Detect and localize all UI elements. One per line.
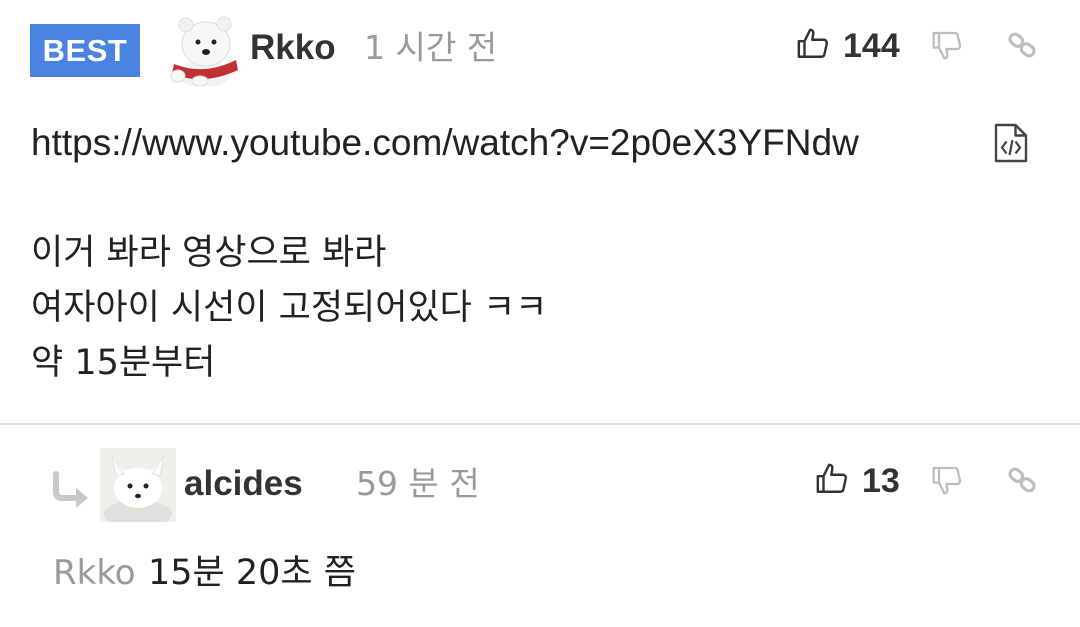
thumbs-down-icon [932,31,962,60]
avatar[interactable] [164,12,242,86]
polar-bear-avatar-icon [164,12,242,86]
arctic-fox-avatar-icon [100,448,176,522]
comment-divider [0,423,1080,425]
like-count: 13 [862,462,900,500]
dislike-button[interactable] [931,463,963,497]
avatar[interactable] [100,448,176,522]
video-link[interactable]: https://www.youtube.com/watch?v=2p0eX3YF… [31,118,859,168]
reply-mention[interactable]: Rkko [53,548,136,598]
username[interactable]: Rkko [250,26,336,70]
reply-arrow-icon [53,471,88,508]
thumbs-up-icon [816,463,848,493]
timestamp: 1 시간 전 [364,28,498,67]
link-button[interactable] [1004,28,1040,62]
embed-button[interactable] [993,122,1029,164]
username[interactable]: alcides [184,462,303,506]
comment-line: 여자아이 시선이 고정되어있다 ㅋㅋ [31,288,548,328]
embed-code-icon [994,123,1028,163]
thumbs-down-icon [932,466,962,495]
comment-line: 약 15분부터 [31,343,216,383]
reply-indicator [50,470,92,510]
comment-text: 15분 20초 쯤 [148,553,356,593]
comment-line: 이거 봐라 영상으로 봐라 [31,233,387,273]
like-button[interactable] [796,26,830,62]
link-button[interactable] [1004,463,1040,497]
link-icon [1008,32,1036,58]
thumbs-up-icon [797,28,829,58]
best-badge: BEST [30,24,140,77]
link-icon [1008,467,1036,493]
timestamp: 59 분 전 [356,464,480,503]
like-count: 144 [843,27,900,65]
dislike-button[interactable] [931,28,963,62]
like-button[interactable] [815,461,849,497]
